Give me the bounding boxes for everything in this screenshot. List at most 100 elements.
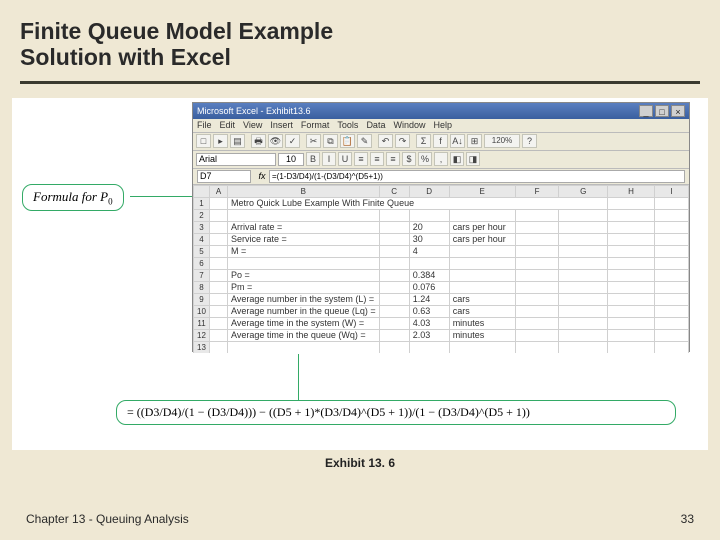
menu-view[interactable]: View	[243, 120, 262, 130]
row-header[interactable]: 12	[194, 329, 210, 341]
tb-format-painter-icon[interactable]: ✎	[357, 134, 372, 148]
cell[interactable]: Average time in the system (W) =	[228, 317, 380, 329]
cell[interactable]: Arrival rate =	[228, 221, 380, 233]
row-header[interactable]: 2	[194, 209, 210, 221]
italic-icon[interactable]: I	[322, 152, 336, 166]
cell[interactable]: 20	[409, 221, 449, 233]
col-header-g[interactable]: G	[559, 185, 608, 197]
window-max-button[interactable]: □	[655, 105, 669, 117]
menu-window[interactable]: Window	[393, 120, 425, 130]
underline-icon[interactable]: U	[338, 152, 352, 166]
menu-tools[interactable]: Tools	[337, 120, 358, 130]
cell[interactable]: 2.03	[409, 329, 449, 341]
row-header[interactable]: 13	[194, 341, 210, 353]
tb-copy-icon[interactable]: ⧉	[323, 134, 338, 148]
row-header[interactable]: 5	[194, 245, 210, 257]
selected-cell[interactable]: 0.384	[409, 269, 449, 281]
cell[interactable]: cars per hour	[449, 221, 515, 233]
formula-bar[interactable]: =(1-D3/D4)/(1-(D3/D4)^(D5+1))	[269, 170, 685, 183]
tb-sep	[302, 134, 304, 148]
tb-zoom[interactable]: 120%	[484, 134, 520, 148]
col-header-a[interactable]: A	[210, 185, 228, 197]
tb-paste-icon[interactable]: 📋	[340, 134, 355, 148]
row-header[interactable]: 9	[194, 293, 210, 305]
col-header-i[interactable]: I	[655, 185, 689, 197]
cell[interactable]: cars per hour	[449, 233, 515, 245]
tb-cut-icon[interactable]: ✂	[306, 134, 321, 148]
tb-preview-icon[interactable]: 👁	[268, 134, 283, 148]
tb-new-icon[interactable]: □	[196, 134, 211, 148]
select-all[interactable]	[194, 185, 210, 197]
row-header[interactable]: 4	[194, 233, 210, 245]
row-header[interactable]: 1	[194, 197, 210, 209]
row-header[interactable]: 10	[194, 305, 210, 317]
align-left-icon[interactable]: ≡	[354, 152, 368, 166]
cell[interactable]: Average number in the system (L) =	[228, 293, 380, 305]
table-row: 13	[194, 341, 689, 353]
window-close-button[interactable]: ×	[671, 105, 685, 117]
cell[interactable]: cars	[449, 305, 515, 317]
table-row: 4 Service rate = 30cars per hour	[194, 233, 689, 245]
col-header-e[interactable]: E	[449, 185, 515, 197]
excel-toolbar-formatting: Arial 10 B I U ≡ ≡ ≡ $ % ‚ ◧ ◨	[193, 151, 689, 169]
comma-icon[interactable]: ‚	[434, 152, 448, 166]
font-name-box[interactable]: Arial	[196, 153, 276, 166]
tb-open-icon[interactable]: ▸	[213, 134, 228, 148]
name-box[interactable]: D7	[197, 170, 251, 183]
row-header[interactable]: 8	[194, 281, 210, 293]
cell[interactable]: minutes	[449, 317, 515, 329]
font-size-box[interactable]: 10	[278, 153, 304, 166]
menu-file[interactable]: File	[197, 120, 212, 130]
cell[interactable]: Metro Quick Lube Example With Finite Que…	[228, 197, 608, 209]
tb-spell-icon[interactable]: ✓	[285, 134, 300, 148]
col-header-h[interactable]: H	[608, 185, 655, 197]
decrease-indent-icon[interactable]: ◧	[450, 152, 464, 166]
cell[interactable]: 0.63	[409, 305, 449, 317]
bold-icon[interactable]: B	[306, 152, 320, 166]
increase-indent-icon[interactable]: ◨	[466, 152, 480, 166]
cell[interactable]: 4.03	[409, 317, 449, 329]
col-header-f[interactable]: F	[515, 185, 559, 197]
currency-icon[interactable]: $	[402, 152, 416, 166]
cell[interactable]: 4	[409, 245, 449, 257]
row-header[interactable]: 7	[194, 269, 210, 281]
cell[interactable]: Average number in the queue (Lq) =	[228, 305, 380, 317]
window-min-button[interactable]: _	[639, 105, 653, 117]
row-header[interactable]: 6	[194, 257, 210, 269]
cell[interactable]: 1.24	[409, 293, 449, 305]
cell[interactable]: minutes	[449, 329, 515, 341]
cell[interactable]: Pm =	[228, 281, 380, 293]
cell[interactable]: Service rate =	[228, 233, 380, 245]
col-header-d[interactable]: D	[409, 185, 449, 197]
tb-help-icon[interactable]: ?	[522, 134, 537, 148]
menu-data[interactable]: Data	[366, 120, 385, 130]
menu-format[interactable]: Format	[301, 120, 330, 130]
col-header-b[interactable]: B	[228, 185, 380, 197]
callout-p0-prefix: Formula for	[33, 189, 100, 204]
tb-redo-icon[interactable]: ↷	[395, 134, 410, 148]
tb-print-icon[interactable]: 🖶	[251, 134, 266, 148]
tb-fx-icon[interactable]: f	[433, 134, 448, 148]
align-right-icon[interactable]: ≡	[386, 152, 400, 166]
col-header-c[interactable]: C	[379, 185, 409, 197]
menu-edit[interactable]: Edit	[220, 120, 236, 130]
menu-help[interactable]: Help	[433, 120, 452, 130]
tb-sort-icon[interactable]: A↓	[450, 134, 465, 148]
cell[interactable]: Average time in the queue (Wq) =	[228, 329, 380, 341]
cell[interactable]: M =	[228, 245, 380, 257]
menu-insert[interactable]: Insert	[270, 120, 293, 130]
tb-undo-icon[interactable]: ↶	[378, 134, 393, 148]
spreadsheet-grid[interactable]: A B C D E F G H I 1 Metro Quick Lube Exam…	[193, 185, 689, 353]
percent-icon[interactable]: %	[418, 152, 432, 166]
cell[interactable]: cars	[449, 293, 515, 305]
cell[interactable]: 0.076	[409, 281, 449, 293]
tb-sum-icon[interactable]: Σ	[416, 134, 431, 148]
row-header[interactable]: 11	[194, 317, 210, 329]
cell[interactable]: 30	[409, 233, 449, 245]
table-row: 7 Po = 0.384	[194, 269, 689, 281]
tb-chart-icon[interactable]: ⊞	[467, 134, 482, 148]
align-center-icon[interactable]: ≡	[370, 152, 384, 166]
row-header[interactable]: 3	[194, 221, 210, 233]
cell[interactable]: Po =	[228, 269, 380, 281]
tb-save-icon[interactable]: ▤	[230, 134, 245, 148]
